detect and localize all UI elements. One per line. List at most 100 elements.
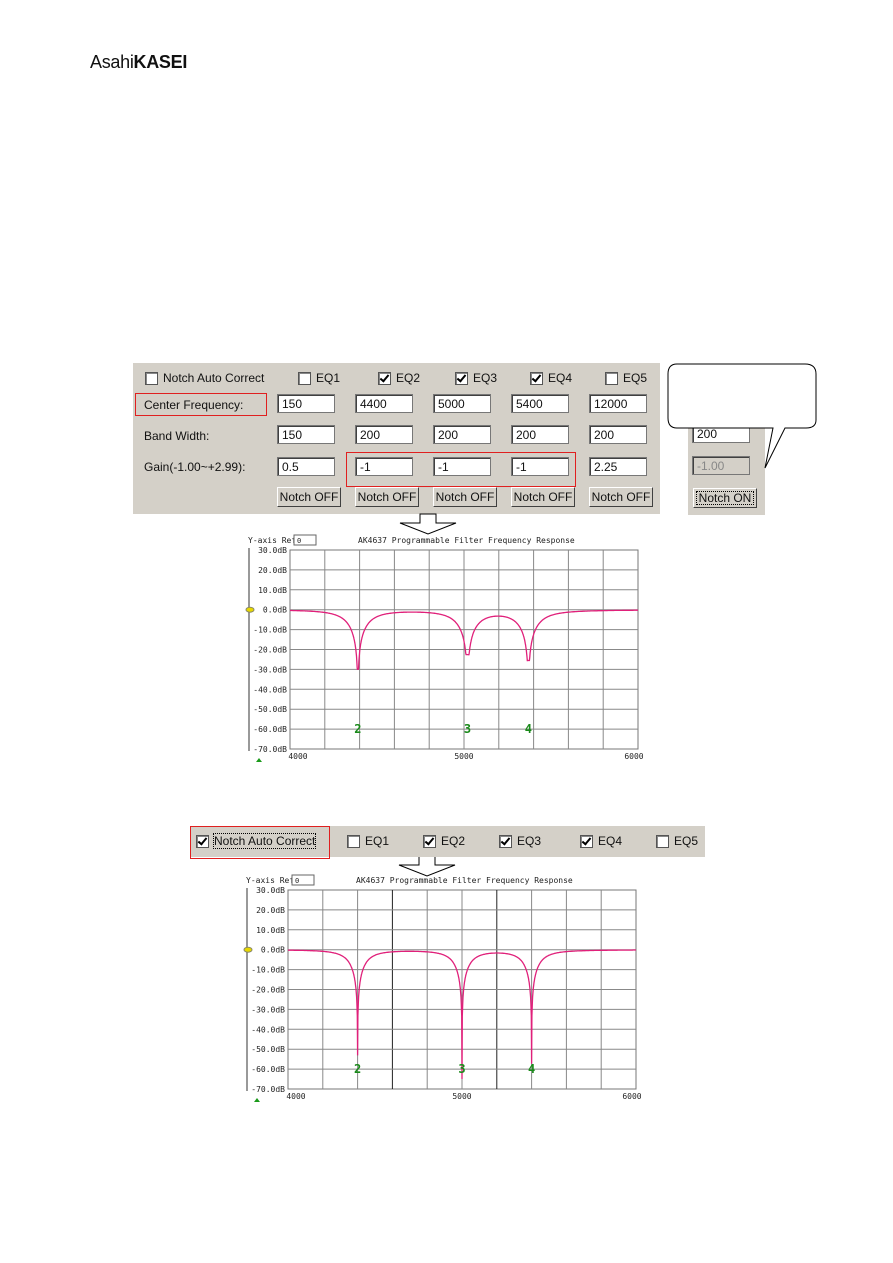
checkbox-label: EQ1 xyxy=(316,371,341,385)
x-tick-label: 4000 xyxy=(288,752,307,761)
y-tick-label: -70.0dB xyxy=(253,745,287,754)
chart-title: AK4637 Programmable Filter Frequency Res… xyxy=(356,876,573,885)
y-tick-label: -10.0dB xyxy=(251,966,285,975)
y-tick-label: 30.0dB xyxy=(258,546,287,555)
eq2-checkbox[interactable]: EQ2 xyxy=(378,371,420,385)
frequency-response-chart-2: AK4637 Programmable Filter Frequency Res… xyxy=(243,874,642,1102)
eq1-checkbox[interactable]: EQ1 xyxy=(298,371,340,385)
y-tick-label: -40.0dB xyxy=(251,1025,285,1034)
callout-bubble xyxy=(667,363,817,469)
checkbox-box[interactable] xyxy=(145,371,158,385)
frequency-response-chart-1: AK4637 Programmable Filter Frequency Res… xyxy=(245,534,644,762)
eq3-checkbox[interactable]: EQ3 xyxy=(455,371,497,385)
notch-on-button[interactable]: Notch ON xyxy=(693,488,757,508)
checkbox-box[interactable] xyxy=(298,371,311,385)
checkbox-label: EQ4 xyxy=(598,834,623,848)
checkbox-box[interactable] xyxy=(580,834,593,848)
y-tick-label: 10.0dB xyxy=(258,586,287,595)
y-tick-label: -10.0dB xyxy=(253,626,287,635)
checkbox-box[interactable] xyxy=(196,834,209,848)
checkbox-label: EQ2 xyxy=(441,834,466,848)
checkbox-box[interactable] xyxy=(378,371,391,385)
y-tick-label: 0.0dB xyxy=(261,946,285,955)
checkbox-label: EQ3 xyxy=(473,371,498,385)
notch-marker-label: 3 xyxy=(464,722,471,736)
checkbox-box[interactable] xyxy=(656,834,669,848)
center-frequency-label: Center Frequency: xyxy=(144,398,244,412)
eq1-checkbox[interactable]: EQ1 xyxy=(347,834,389,848)
eq5-gain-field[interactable]: 2.25 xyxy=(589,457,647,476)
eq5-checkbox[interactable]: EQ5 xyxy=(656,834,698,848)
y-tick-label: -20.0dB xyxy=(253,646,287,655)
y-axis-ref-label: Y-axis Ref: xyxy=(248,536,301,545)
eq2-notch-button[interactable]: Notch OFF xyxy=(355,487,419,507)
eq4-band-width-field[interactable]: 200 xyxy=(511,425,569,444)
checkbox-box[interactable] xyxy=(347,834,360,848)
y-axis-ref-value: 0 xyxy=(297,537,301,545)
gain-label: Gain(-1.00~+2.99): xyxy=(144,460,246,474)
eq3-gain-field[interactable]: -1 xyxy=(433,457,491,476)
eq1-center-frequency-field[interactable]: 150 xyxy=(277,394,335,413)
y-ref-slider-handle[interactable] xyxy=(245,606,255,613)
notch-marker-label: 4 xyxy=(528,1062,535,1076)
notch-auto-correct-checkbox[interactable]: Notch Auto Correct xyxy=(196,833,317,849)
y-tick-label: 0.0dB xyxy=(263,606,287,615)
eq1-band-width-field[interactable]: 150 xyxy=(277,425,335,444)
notch-marker-label: 3 xyxy=(458,1062,465,1076)
checkbox-box[interactable] xyxy=(455,371,468,385)
eq3-center-frequency-field[interactable]: 5000 xyxy=(433,394,491,413)
eq1-gain-field[interactable]: 0.5 xyxy=(277,457,335,476)
eq4-checkbox[interactable]: EQ4 xyxy=(580,834,622,848)
checkbox-label: EQ2 xyxy=(396,371,421,385)
checkbox-box[interactable] xyxy=(530,371,543,385)
checkbox-label: EQ3 xyxy=(517,834,542,848)
y-tick-label: -50.0dB xyxy=(253,705,287,714)
slider-marker-icon xyxy=(254,1098,260,1102)
eq4-notch-button[interactable]: Notch OFF xyxy=(511,487,575,507)
checkbox-label: Notch Auto Correct xyxy=(212,833,317,849)
y-tick-label: 10.0dB xyxy=(256,926,285,935)
notch-marker-label: 2 xyxy=(354,722,361,736)
checkbox-box[interactable] xyxy=(423,834,436,848)
y-tick-label: 20.0dB xyxy=(258,566,287,575)
y-tick-label: -70.0dB xyxy=(251,1085,285,1094)
y-tick-label: 30.0dB xyxy=(256,886,285,895)
eq4-checkbox[interactable]: EQ4 xyxy=(530,371,572,385)
checkbox-label: EQ4 xyxy=(548,371,573,385)
eq4-center-frequency-field[interactable]: 5400 xyxy=(511,394,569,413)
eq3-band-width-field[interactable]: 200 xyxy=(433,425,491,444)
eq3-notch-button[interactable]: Notch OFF xyxy=(433,487,497,507)
band-width-label: Band Width: xyxy=(144,429,210,443)
y-tick-label: -20.0dB xyxy=(251,986,285,995)
asahi-kasei-logo: AsahiKASEI xyxy=(90,52,188,72)
y-tick-label: -50.0dB xyxy=(251,1045,285,1054)
eq5-notch-button[interactable]: Notch OFF xyxy=(589,487,653,507)
y-tick-label: -60.0dB xyxy=(253,725,287,734)
checkbox-box[interactable] xyxy=(605,371,618,385)
eq4-gain-field[interactable]: -1 xyxy=(511,457,569,476)
y-ref-slider-handle[interactable] xyxy=(243,946,253,953)
eq-settings-panel: Notch Auto Correct Center Frequency: Ban… xyxy=(133,363,660,514)
eq2-band-width-field[interactable]: 200 xyxy=(355,425,413,444)
y-tick-label: -30.0dB xyxy=(253,665,287,674)
notch-marker-label: 4 xyxy=(525,722,532,736)
eq3-checkbox[interactable]: EQ3 xyxy=(499,834,541,848)
checkbox-box[interactable] xyxy=(499,834,512,848)
eq5-band-width-field[interactable]: 200 xyxy=(589,425,647,444)
eq2-checkbox[interactable]: EQ2 xyxy=(423,834,465,848)
notch-auto-correct-checkbox[interactable]: Notch Auto Correct xyxy=(145,371,264,385)
x-tick-label: 6000 xyxy=(622,1092,641,1101)
x-tick-label: 6000 xyxy=(624,752,643,761)
x-tick-label: 5000 xyxy=(452,1092,471,1101)
eq5-checkbox[interactable]: EQ5 xyxy=(605,371,647,385)
checkbox-label: Notch Auto Correct xyxy=(163,371,265,385)
eq2-gain-field[interactable]: -1 xyxy=(355,457,413,476)
x-tick-label: 4000 xyxy=(286,1092,305,1101)
y-axis-ref-value: 0 xyxy=(295,877,299,885)
eq1-notch-button[interactable]: Notch OFF xyxy=(277,487,341,507)
eq5-center-frequency-field[interactable]: 12000 xyxy=(589,394,647,413)
eq2-center-frequency-field[interactable]: 4400 xyxy=(355,394,413,413)
y-axis-ref-label: Y-axis Ref: xyxy=(246,876,299,885)
x-tick-label: 5000 xyxy=(454,752,473,761)
notch-marker-label: 2 xyxy=(354,1062,361,1076)
